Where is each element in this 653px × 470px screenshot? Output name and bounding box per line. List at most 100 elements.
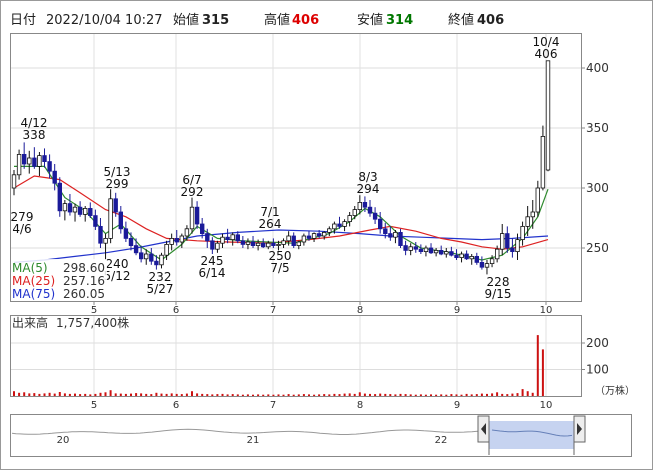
- volume-bar: [241, 394, 244, 396]
- volume-bar: [536, 335, 539, 396]
- volume-month-label: 10: [540, 400, 553, 411]
- volume-bar: [419, 394, 422, 396]
- volume-bar: [526, 391, 529, 396]
- volume-bar: [236, 394, 239, 396]
- header-datetime: 2022/10/04 10:27: [46, 13, 163, 28]
- volume-bar: [496, 392, 499, 396]
- volume-bar: [313, 394, 316, 396]
- header-date-label: 日付: [10, 13, 36, 28]
- candle-body: [93, 215, 98, 227]
- volume-bar: [414, 394, 417, 396]
- candle-body: [52, 170, 57, 184]
- candle-body: [352, 209, 357, 217]
- candle-body: [128, 237, 134, 246]
- volume-bar: [216, 394, 219, 396]
- annotation-5-13: 299: [106, 177, 129, 191]
- candle-body: [540, 135, 546, 189]
- volume-bar: [297, 394, 300, 396]
- candle-body: [174, 237, 179, 243]
- volume-bar: [114, 393, 117, 396]
- candle-body: [250, 241, 256, 246]
- volume-bar: [460, 394, 463, 396]
- volume-bar: [48, 392, 51, 396]
- candle-body: [240, 240, 246, 245]
- volume-bar: [109, 390, 112, 396]
- volume-bar: [23, 392, 26, 396]
- month-label: 7: [270, 305, 276, 316]
- volume-bar: [409, 394, 412, 396]
- volume-bar: [358, 392, 361, 396]
- volume-bar: [79, 394, 82, 396]
- candle-body: [138, 252, 144, 260]
- volume-bar: [343, 393, 346, 396]
- navigator-year-label: 22: [435, 435, 448, 446]
- candle-body: [169, 237, 174, 245]
- candle-body: [438, 249, 444, 255]
- volume-bar: [267, 394, 270, 396]
- volume-bar: [287, 394, 290, 396]
- candle-body: [281, 240, 286, 245]
- candle-body: [464, 253, 469, 260]
- navigator-year-label: 20: [57, 435, 70, 446]
- candle-body: [469, 255, 474, 260]
- candle-body: [32, 157, 37, 167]
- legend-ma25-label: MA(25): [12, 274, 55, 288]
- annotation-6-7: 292: [181, 185, 204, 199]
- annotation-7-1: 264: [259, 217, 282, 231]
- candle-body: [398, 231, 403, 246]
- month-label: 9: [454, 305, 460, 316]
- candle-body: [103, 237, 108, 244]
- range-navigator[interactable]: 20 21 22: [10, 414, 632, 457]
- volume-bar: [165, 393, 168, 396]
- volume-month-label: 8: [357, 400, 363, 411]
- stock-chart: 日付 2022/10/04 10:27 始値 315 高値 406 安値 314…: [0, 0, 653, 470]
- volume-bar: [206, 394, 209, 396]
- candle-body: [296, 241, 301, 246]
- volume-bar: [13, 391, 15, 396]
- volume-tick-label: 100: [586, 363, 609, 377]
- volume-bar: [99, 392, 102, 396]
- volume-bar: [440, 394, 443, 396]
- volume-bar: [302, 394, 305, 396]
- volume-bar: [308, 394, 310, 396]
- volume-bar: [445, 394, 448, 396]
- volume-bar: [430, 394, 432, 396]
- volume-month-label: 6: [173, 400, 179, 411]
- ma-legend: MA(5) 298.60 MA(25) 257.16 MA(75) 260.05: [11, 259, 107, 301]
- volume-bar: [369, 393, 371, 396]
- candle-body: [291, 235, 296, 247]
- volume-bar: [465, 393, 468, 396]
- candle-body: [301, 235, 307, 243]
- annotation-8-3: 294: [357, 182, 380, 196]
- volume-bar: [33, 393, 36, 396]
- volume-bar: [160, 393, 163, 396]
- candle-body: [77, 206, 83, 215]
- candle-body: [108, 198, 113, 239]
- candle-body: [428, 247, 434, 254]
- legend-ma5-label: MA(5): [12, 261, 48, 275]
- annotation-6-14: 6/14: [199, 266, 226, 280]
- navigator-selected-range[interactable]: [489, 421, 574, 449]
- candle-body: [306, 235, 312, 239]
- candle-body: [403, 245, 408, 251]
- candle-body: [27, 157, 32, 165]
- volume-bar: [338, 394, 341, 396]
- candle-body: [525, 216, 530, 227]
- volume-bar: [175, 393, 178, 396]
- volume-bar: [211, 394, 214, 396]
- volume-bar: [170, 393, 173, 396]
- candle-body: [98, 225, 103, 244]
- volume-month-label: 5: [91, 400, 97, 411]
- candle-body: [245, 241, 251, 245]
- volume-bar: [155, 392, 158, 396]
- candle-body: [276, 243, 281, 246]
- candle-body: [408, 246, 413, 251]
- candle-body: [149, 253, 154, 262]
- candle-body: [235, 234, 240, 242]
- volume-bar: [201, 393, 204, 396]
- navigator-left-handle[interactable]: [477, 415, 490, 443]
- volume-bar: [282, 394, 285, 396]
- volume-bar: [353, 393, 356, 396]
- navigator-right-handle[interactable]: [573, 415, 586, 443]
- volume-bar: [84, 393, 87, 396]
